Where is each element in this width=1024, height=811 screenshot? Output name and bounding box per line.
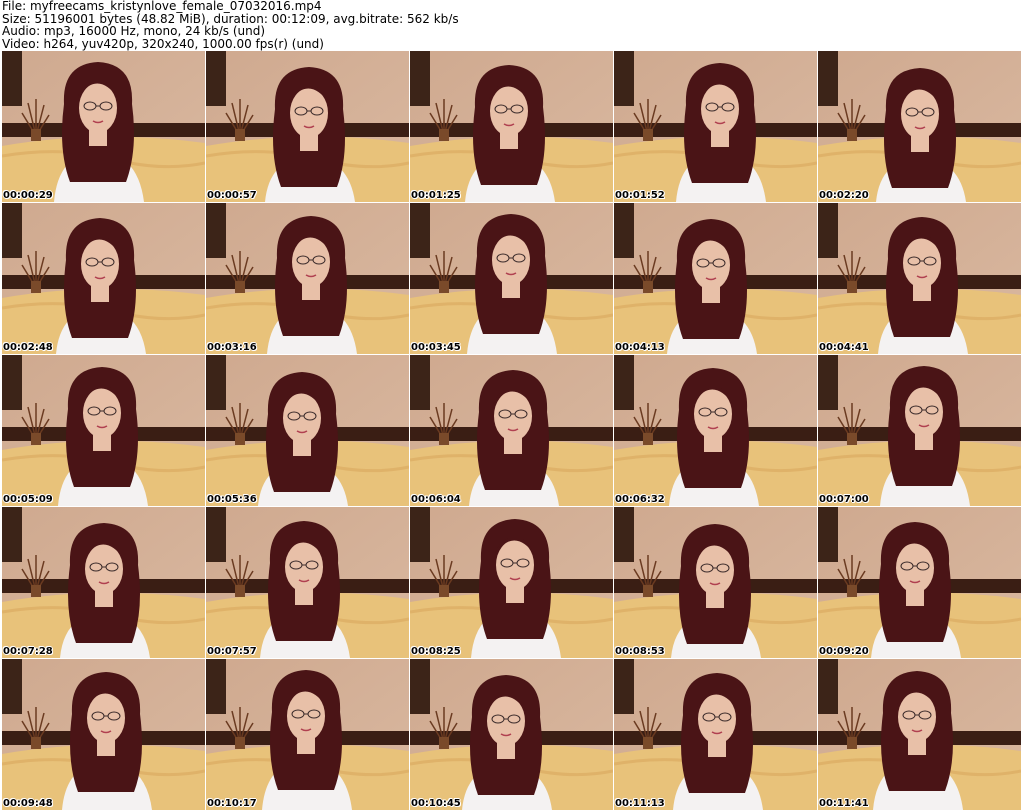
thumbnail-timestamp: 00:09:48	[3, 798, 53, 809]
video-frame-image	[2, 51, 205, 202]
thumbnail-timestamp: 00:04:41	[819, 342, 869, 353]
video-thumbnail: 00:09:48	[2, 659, 205, 810]
thumbnail-timestamp: 00:06:32	[615, 494, 665, 505]
video-thumbnail: 00:05:09	[2, 355, 205, 506]
video-thumbnail: 00:08:25	[410, 507, 613, 658]
video-frame-image	[206, 659, 409, 810]
video-thumbnail: 00:06:04	[410, 355, 613, 506]
thumbnail-timestamp: 00:02:20	[819, 190, 869, 201]
video-thumbnail: 00:01:25	[410, 51, 613, 202]
video-frame-image	[410, 51, 613, 202]
video-frame-image	[410, 355, 613, 506]
video-frame-image	[818, 507, 1021, 658]
thumbnail-grid: 00:00:29 00:00:57 00:01:25 00:01:52 00:0…	[2, 51, 1022, 811]
thumbnail-timestamp: 00:07:57	[207, 646, 257, 657]
thumbnail-timestamp: 00:02:48	[3, 342, 53, 353]
video-thumbnail: 00:00:29	[2, 51, 205, 202]
thumbnail-timestamp: 00:04:13	[615, 342, 665, 353]
video-frame-image	[614, 355, 817, 506]
file-name-line: File: myfreecams_kristynlove_female_0703…	[2, 0, 322, 13]
video-thumbnail: 00:06:32	[614, 355, 817, 506]
thumbnail-timestamp: 00:08:53	[615, 646, 665, 657]
thumbnail-timestamp: 00:00:57	[207, 190, 257, 201]
audio-info-line: Audio: mp3, 16000 Hz, mono, 24 kb/s (und…	[2, 24, 266, 38]
video-thumbnail: 00:02:20	[818, 51, 1021, 202]
video-frame-image	[614, 507, 817, 658]
video-thumbnail: 00:11:13	[614, 659, 817, 810]
thumbnail-timestamp: 00:11:13	[615, 798, 665, 809]
thumbnail-timestamp: 00:11:41	[819, 798, 869, 809]
video-frame-image	[410, 507, 613, 658]
video-thumbnail: 00:02:48	[2, 203, 205, 354]
video-frame-image	[614, 51, 817, 202]
video-thumbnail: 00:10:17	[206, 659, 409, 810]
thumbnail-timestamp: 00:05:36	[207, 494, 257, 505]
video-frame-image	[2, 355, 205, 506]
video-thumbnail: 00:04:13	[614, 203, 817, 354]
video-thumbnail: 00:07:00	[818, 355, 1021, 506]
video-frame-image	[206, 355, 409, 506]
video-thumbnail: 00:03:16	[206, 203, 409, 354]
thumbnail-timestamp: 00:10:45	[411, 798, 461, 809]
thumbnail-timestamp: 00:01:52	[615, 190, 665, 201]
video-thumbnail: 00:05:36	[206, 355, 409, 506]
video-thumbnail: 00:03:45	[410, 203, 613, 354]
video-thumbnail: 00:11:41	[818, 659, 1021, 810]
thumbnail-timestamp: 00:08:25	[411, 646, 461, 657]
video-thumbnail: 00:04:41	[818, 203, 1021, 354]
video-frame-image	[818, 203, 1021, 354]
video-thumbnail: 00:09:20	[818, 507, 1021, 658]
video-frame-image	[2, 203, 205, 354]
video-thumbnail: 00:07:57	[206, 507, 409, 658]
thumbnail-timestamp: 00:05:09	[3, 494, 53, 505]
video-frame-image	[818, 51, 1021, 202]
video-frame-image	[2, 659, 205, 810]
video-frame-image	[410, 203, 613, 354]
thumbnail-timestamp: 00:10:17	[207, 798, 257, 809]
thumbnail-timestamp: 00:09:20	[819, 646, 869, 657]
video-frame-image	[410, 659, 613, 810]
video-frame-image	[206, 203, 409, 354]
thumbnail-timestamp: 00:07:28	[3, 646, 53, 657]
video-thumbnail: 00:07:28	[2, 507, 205, 658]
video-thumbnail: 00:01:52	[614, 51, 817, 202]
video-frame-image	[2, 507, 205, 658]
video-info-line: Video: h264, yuv420p, 320x240, 1000.00 f…	[2, 36, 324, 51]
video-frame-image	[206, 51, 409, 202]
thumbnail-timestamp: 00:06:04	[411, 494, 461, 505]
thumbnail-timestamp: 00:01:25	[411, 190, 461, 201]
video-frame-image	[818, 355, 1021, 506]
thumbnail-timestamp: 00:03:45	[411, 342, 461, 353]
video-thumbnail: 00:10:45	[410, 659, 613, 810]
thumbnail-timestamp: 00:03:16	[207, 342, 257, 353]
video-frame-image	[818, 659, 1021, 810]
video-frame-image	[614, 203, 817, 354]
thumbnail-timestamp: 00:00:29	[3, 190, 53, 201]
video-frame-image	[206, 507, 409, 658]
video-frame-image	[614, 659, 817, 810]
video-thumbnail: 00:00:57	[206, 51, 409, 202]
file-info-header: File: myfreecams_kristynlove_female_0703…	[2, 0, 1022, 50]
thumbnail-timestamp: 00:07:00	[819, 494, 869, 505]
video-thumbnail: 00:08:53	[614, 507, 817, 658]
